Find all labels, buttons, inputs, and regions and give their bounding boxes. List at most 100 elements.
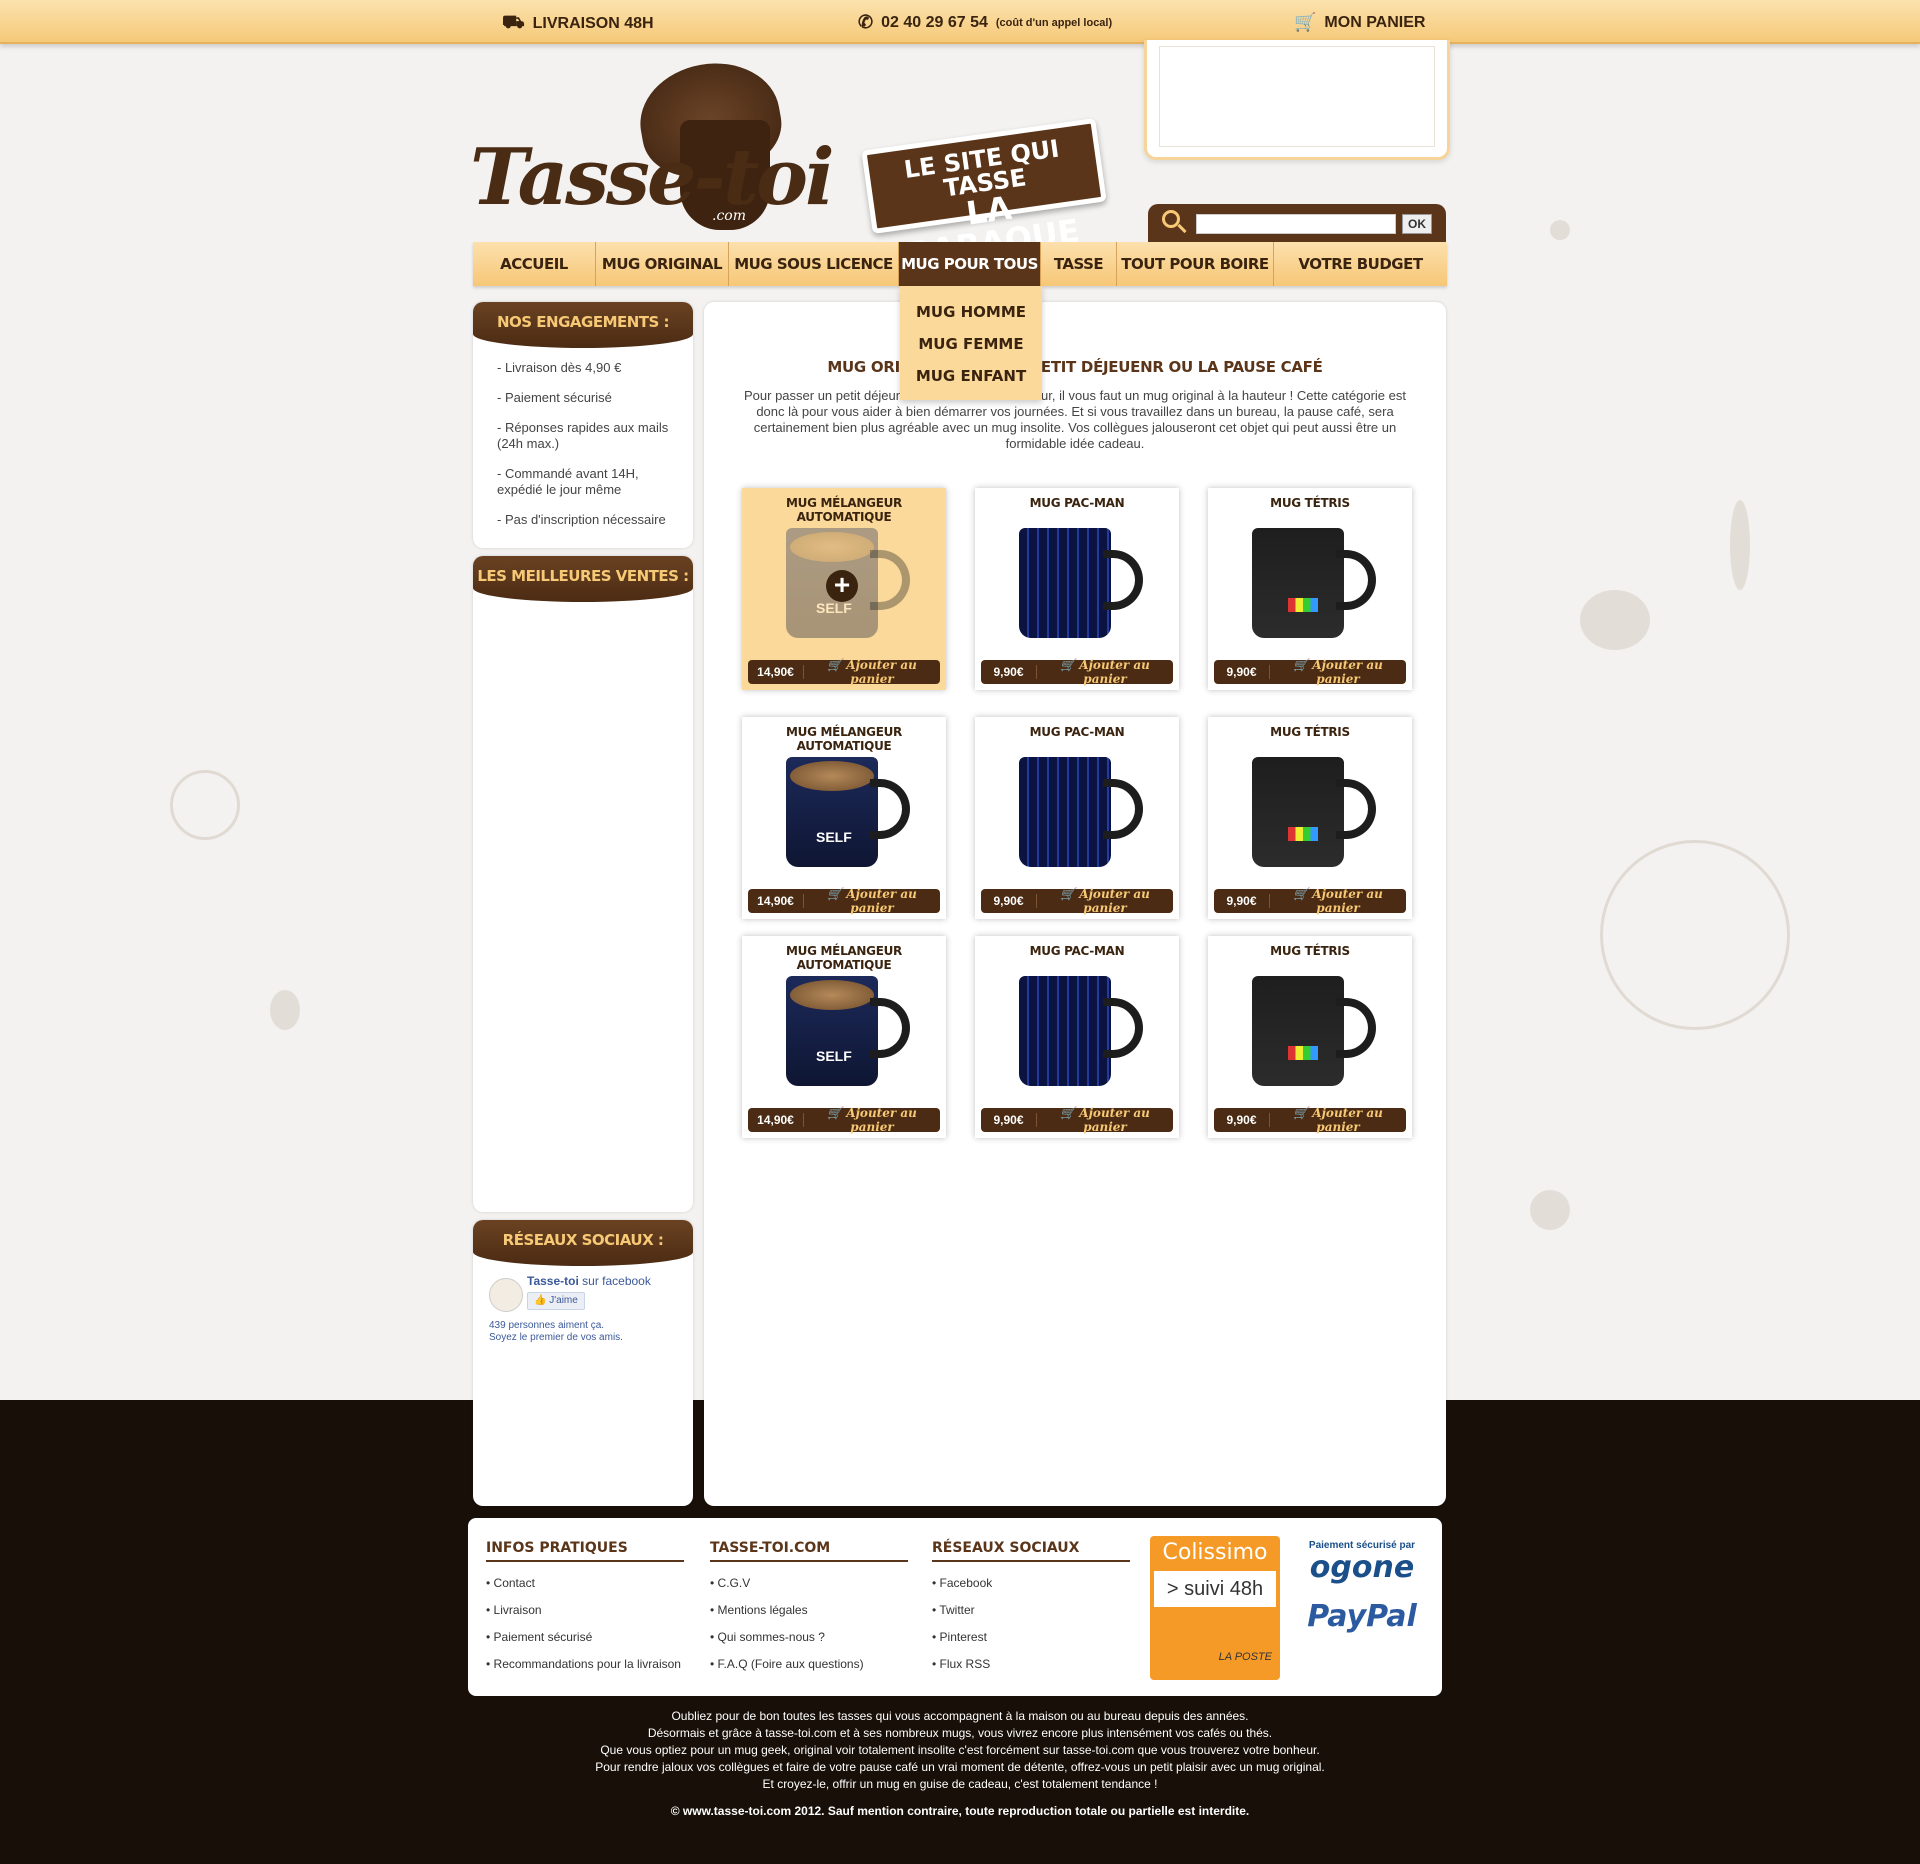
facebook-likes-count: 439 personnes aiment ça. [489,1320,605,1331]
payment-logos: Paiement sécurisé par ogone PayPal [1292,1540,1432,1634]
cart-icon: 🛒 [827,658,843,672]
engagement-item: - Réponses rapides aux mails (24h max.) [497,420,669,451]
product-action-bar: 9,90€ 🛒 Ajouter au panier [981,658,1173,686]
top-bar: ⛟ LIVRAISON 48H ✆ 02 40 29 67 54 (coût d… [0,0,1920,44]
product-name: MUG PAC-MAN [1029,496,1125,510]
thumbs-up-icon: 👍 [534,1295,547,1306]
best-sellers-panel: LES MEILLEURES VENTES : [473,556,693,1212]
engagements-panel: NOS ENGAGEMENTS : - Livraison dès 4,90 €… [473,302,693,548]
add-to-cart-label: Ajouter au panier [1079,658,1150,686]
product-card[interactable]: MUG MÉLANGEUR AUTOMATIQUE+14,90€🛒 Ajoute… [742,488,946,690]
search-button[interactable]: OK [1402,214,1432,234]
product-card[interactable]: MUG PAC-MAN 9,90€ 🛒 Ajouter au panier [975,488,1179,690]
product-image[interactable] [1252,757,1344,867]
footer-link[interactable]: Pinterest [932,1624,1130,1651]
seo-line: Désormais et grâce à tasse-toi.com et à … [647,1726,1273,1740]
add-to-cart-label: Ajouter au panier [1312,658,1383,686]
dropdown-mug-femme[interactable]: MUG FEMME [900,328,1042,360]
add-to-cart-button[interactable]: 🛒 Ajouter au panier [1037,658,1173,686]
footer-link[interactable]: F.A.Q (Foire aux questions) [710,1651,908,1678]
product-card[interactable]: MUG TÉTRIS 9,90€ 🛒 Ajouter au panier [1208,488,1412,690]
facebook-count: 439 personnes aiment ça. Soyez le premie… [489,1320,623,1344]
product-image[interactable] [786,757,878,867]
nav-mug-sous-licence[interactable]: MUG SOUS LICENCE [729,242,899,286]
product-name: MUG MÉLANGEUR AUTOMATIQUE [786,725,902,753]
product-name: MUG PAC-MAN [1029,725,1125,739]
product-image[interactable] [1019,976,1111,1086]
search-icon [1162,210,1180,228]
nav-votre-budget[interactable]: VOTRE BUDGET [1274,242,1447,286]
add-to-cart-button[interactable]: 🛒 Ajouter au panier [1037,1106,1173,1134]
dropdown-mug-enfant[interactable]: MUG ENFANT [900,360,1042,392]
dropdown-mug-homme[interactable]: MUG HOMME [900,296,1042,328]
coffee-stain [1580,590,1650,650]
product-image[interactable] [1252,976,1344,1086]
logo-suffix: .com [712,208,746,224]
product-card[interactable]: MUG MÉLANGEUR AUTOMATIQUE14,90€🛒 Ajouter… [742,936,946,1138]
product-name: MUG TÉTRIS [1270,496,1350,510]
colissimo-label: Colissimo [1162,1540,1268,1565]
cart-content [1159,46,1435,147]
mug-handle [1103,998,1143,1058]
delivery-label: LIVRAISON 48H [532,15,654,32]
add-to-cart-button[interactable]: 🛒 Ajouter au panier [1270,658,1406,686]
copyright: © www.tasse-toi.com 2012. Sauf mention c… [670,1804,1250,1818]
product-image[interactable] [1252,528,1344,638]
site-logo[interactable]: Tasse-toi [470,132,835,223]
nav-mug-original[interactable]: MUG ORIGINAL [596,242,729,286]
nav-tout-pour-boire[interactable]: TOUT POUR BOIRE [1117,242,1274,286]
footer-link[interactable]: Paiement sécurisé [486,1624,684,1651]
product-image[interactable] [786,976,878,1086]
cart-link[interactable]: 🛒 MON PANIER [1294,12,1425,33]
product-price: 9,90€ [981,1113,1037,1127]
facebook-page-link[interactable]: Tasse-toi sur facebook [527,1274,651,1288]
page-title: MUG ORIGINAL POUR LE PETIT DÉJEUENR OU L… [827,358,1323,376]
engagement-item: - Pas d'inscription nécessaire [497,512,666,527]
add-to-cart-button[interactable]: 🛒 Ajouter au panier [1270,1106,1406,1134]
footer-link[interactable]: Livraison [486,1597,684,1624]
product-price: 9,90€ [981,665,1037,679]
product-card[interactable]: MUG MÉLANGEUR AUTOMATIQUE14,90€🛒 Ajouter… [742,717,946,919]
nav-accueil[interactable]: ACCUEIL [473,242,596,286]
product-card[interactable]: MUG TÉTRIS 9,90€ 🛒 Ajouter au panier [1208,936,1412,1138]
product-card[interactable]: MUG PAC-MAN 9,90€ 🛒 Ajouter au panier [975,936,1179,1138]
nav-mug-pour-tous[interactable]: MUG POUR TOUS [899,242,1041,286]
add-to-cart-button[interactable]: 🛒 Ajouter au panier [804,1106,940,1134]
engagements-list: - Livraison dès 4,90 € - Paiement sécuri… [473,348,693,528]
footer-link[interactable]: Contact [486,1570,684,1597]
cart-icon: 🛒 [1060,887,1076,901]
colissimo-logo: Colissimo > suivi 48h LA POSTE [1150,1536,1280,1680]
engagements-title: NOS ENGAGEMENTS : [473,302,693,348]
add-to-cart-button[interactable]: 🛒 Ajouter au panier [804,658,940,686]
footer-link[interactable]: Facebook [932,1570,1130,1597]
footer-link[interactable]: Mentions légales [710,1597,908,1624]
plus-icon[interactable]: + [826,570,858,602]
footer-link[interactable]: Recommandations pour la livraison [486,1651,684,1678]
add-to-cart-button[interactable]: 🛒 Ajouter au panier [1037,887,1173,915]
facebook-page-avatar [489,1278,523,1312]
footer-col-infos: INFOS PRATIQUES Contact Livraison Paieme… [486,1540,684,1678]
footer-link[interactable]: C.G.V [710,1570,908,1597]
facebook-like-button[interactable]: 👍 J'aime [527,1292,585,1310]
add-to-cart-button[interactable]: 🛒 Ajouter au panier [1270,887,1406,915]
product-card[interactable]: MUG PAC-MAN 9,90€ 🛒 Ajouter au panier [975,717,1179,919]
search-bar: OK [1148,204,1446,242]
add-to-cart-label: Ajouter au panier [1079,887,1150,915]
product-price: 9,90€ [1214,894,1270,908]
add-to-cart-button[interactable]: 🛒 Ajouter au panier [804,887,940,915]
product-image[interactable] [1019,528,1111,638]
seo-line: Et croyez-le, offrir un mug en guise de … [762,1777,1158,1791]
footer-box: INFOS PRATIQUES Contact Livraison Paieme… [468,1518,1442,1696]
footer-link[interactable]: Qui sommes-nous ? [710,1624,908,1651]
nav-tasse[interactable]: TASSE [1041,242,1117,286]
cart-icon: 🛒 [1294,12,1317,32]
product-name: MUG TÉTRIS [1270,944,1350,958]
footer-link[interactable]: Twitter [932,1597,1130,1624]
search-input[interactable] [1196,214,1396,234]
mug-handle [1336,998,1376,1058]
product-image[interactable] [1019,757,1111,867]
phone-note: (coût d'un appel local) [995,16,1113,29]
mug-handle [1336,550,1376,610]
footer-link[interactable]: Flux RSS [932,1651,1130,1678]
product-card[interactable]: MUG TÉTRIS 9,90€ 🛒 Ajouter au panier [1208,717,1412,919]
